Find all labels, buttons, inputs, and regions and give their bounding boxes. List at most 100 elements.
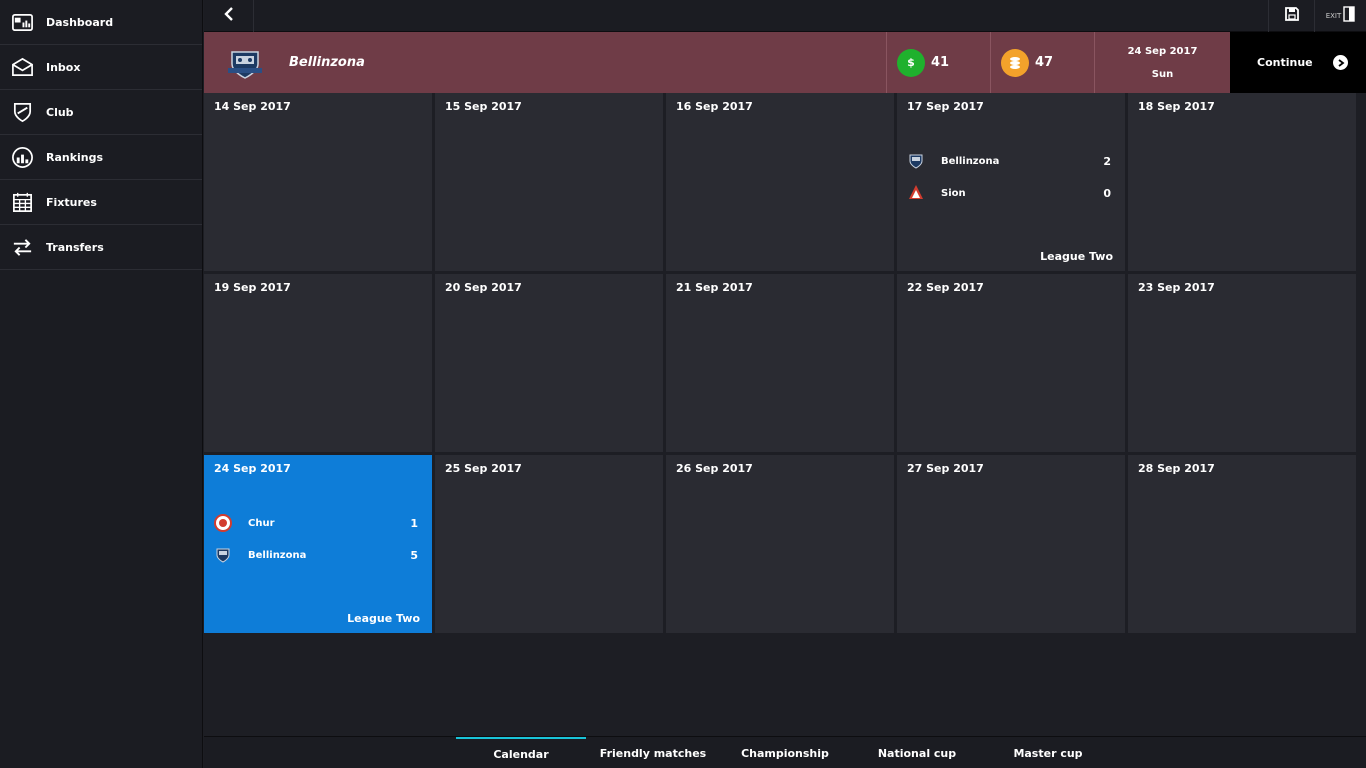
rankings-icon [11,146,34,169]
sidebar-item-label: Transfers [46,240,104,254]
day-date: 27 Sep 2017 [907,462,984,475]
continue-label: Continue [1257,56,1313,69]
sidebar-item-label: Inbox [46,60,81,74]
calendar-day[interactable]: 22 Sep 2017 [897,274,1125,452]
tab-master-cup[interactable]: Master cup [983,737,1113,768]
day-date: 24 Sep 2017 [214,462,291,475]
day-date: 28 Sep 2017 [1138,462,1215,475]
save-button[interactable] [1268,0,1314,32]
away-team-score: 5 [410,548,418,562]
competition-name: League Two [1040,250,1113,263]
away-team-row: Sion 0 [907,177,1111,209]
sion-crest-icon [907,184,925,202]
bellinzona-crest-icon [907,152,925,170]
home-team-name: Chur [248,517,275,529]
exit-door-icon [1343,6,1355,26]
app-root: Dashboard Inbox Club Rankings Fixtures T… [0,0,1366,768]
away-team-name: Bellinzona [248,549,307,561]
sidebar-item-inbox[interactable]: Inbox [0,45,202,90]
away-team-score: 0 [1103,186,1111,200]
coins-stat[interactable]: 47 [990,32,1094,93]
calendar-day[interactable]: 25 Sep 2017 [435,455,663,633]
continue-button[interactable]: Continue [1230,32,1366,93]
home-team-score: 1 [410,516,418,530]
coins-icon [1001,48,1029,77]
calendar-day[interactable]: 14 Sep 2017 [204,93,432,271]
match-result: Chur 1 Bellinzona 5 [214,507,418,571]
calendar-day[interactable]: 24 Sep 2017 Chur 1 Bellinzona 5 League T… [204,455,432,633]
home-team-row: Bellinzona 2 [907,145,1111,177]
bellinzona-crest-icon [214,546,232,564]
calendar-icon [11,191,34,214]
tab-calendar[interactable]: Calendar [456,737,586,768]
day-date: 14 Sep 2017 [214,100,291,113]
calendar-day[interactable]: 17 Sep 2017 Bellinzona 2 Sion 0 League T… [897,93,1125,271]
save-icon [1284,6,1300,26]
inbox-icon [11,56,34,79]
money-icon: $ [897,48,925,77]
sidebar-item-label: Rankings [46,150,104,164]
money-value: 41 [931,55,950,70]
back-button[interactable] [204,0,254,32]
current-weekday: Sun [1151,68,1174,80]
exit-label: EXIT [1325,12,1342,20]
day-date: 19 Sep 2017 [214,281,291,294]
day-date: 23 Sep 2017 [1138,281,1215,294]
club-shield-icon [11,101,34,124]
sidebar-item-club[interactable]: Club [0,90,202,135]
home-team-score: 2 [1103,154,1111,168]
match-result: Bellinzona 2 Sion 0 [907,145,1111,209]
current-date: 24 Sep 2017 Sun [1094,32,1230,93]
tab-label: National cup [877,746,957,760]
calendar-day[interactable]: 23 Sep 2017 [1128,274,1356,452]
chur-crest-icon [214,514,232,532]
sidebar-item-label: Dashboard [46,15,114,29]
sidebar-item-label: Club [46,105,74,119]
coins-value: 47 [1035,55,1054,70]
chevron-left-icon [222,6,236,26]
calendar-grid: 14 Sep 2017 15 Sep 2017 16 Sep 2017 17 Sep … [204,93,1357,633]
sidebar-item-transfers[interactable]: Transfers [0,225,202,270]
calendar-day[interactable]: 16 Sep 2017 [666,93,894,271]
calendar-day[interactable]: 28 Sep 2017 [1128,455,1356,633]
away-team-name: Sion [941,187,966,199]
current-date-value: 24 Sep 2017 [1127,45,1198,57]
club-crest-icon [226,44,264,82]
away-team-row: Bellinzona 5 [214,539,418,571]
competition-name: League Two [347,612,420,625]
day-date: 15 Sep 2017 [445,100,522,113]
day-date: 21 Sep 2017 [676,281,753,294]
tab-label: Calendar [493,747,549,761]
tab-national-cup[interactable]: National cup [852,737,982,768]
calendar-day[interactable]: 20 Sep 2017 [435,274,663,452]
tab-label: Championship [741,746,829,760]
day-date: 22 Sep 2017 [907,281,984,294]
day-date: 25 Sep 2017 [445,462,522,475]
bottom-tabs: Calendar Friendly matches Championship N… [204,736,1366,768]
transfers-icon [11,236,34,259]
money-stat[interactable]: $ 41 [886,32,990,93]
calendar-day[interactable]: 19 Sep 2017 [204,274,432,452]
club-block: Bellinzona [204,32,886,93]
chevron-right-icon [1333,55,1348,70]
day-date: 16 Sep 2017 [676,100,753,113]
day-date: 26 Sep 2017 [676,462,753,475]
exit-button[interactable]: EXIT [1314,0,1366,32]
calendar-day[interactable]: 21 Sep 2017 [666,274,894,452]
day-date: 18 Sep 2017 [1138,100,1215,113]
sidebar-item-rankings[interactable]: Rankings [0,135,202,180]
day-date: 17 Sep 2017 [907,100,984,113]
calendar-day[interactable]: 27 Sep 2017 [897,455,1125,633]
tab-label: Master cup [1013,746,1083,760]
tab-label: Friendly matches [599,746,707,760]
calendar-day[interactable]: 26 Sep 2017 [666,455,894,633]
tab-friendly-matches[interactable]: Friendly matches [588,737,718,768]
club-name: Bellinzona [289,55,365,70]
top-bar: EXIT [204,0,1366,32]
day-date: 20 Sep 2017 [445,281,522,294]
sidebar-item-fixtures[interactable]: Fixtures [0,180,202,225]
sidebar-item-dashboard[interactable]: Dashboard [0,0,202,45]
tab-championship[interactable]: Championship [720,737,850,768]
calendar-day[interactable]: 18 Sep 2017 [1128,93,1356,271]
calendar-day[interactable]: 15 Sep 2017 [435,93,663,271]
